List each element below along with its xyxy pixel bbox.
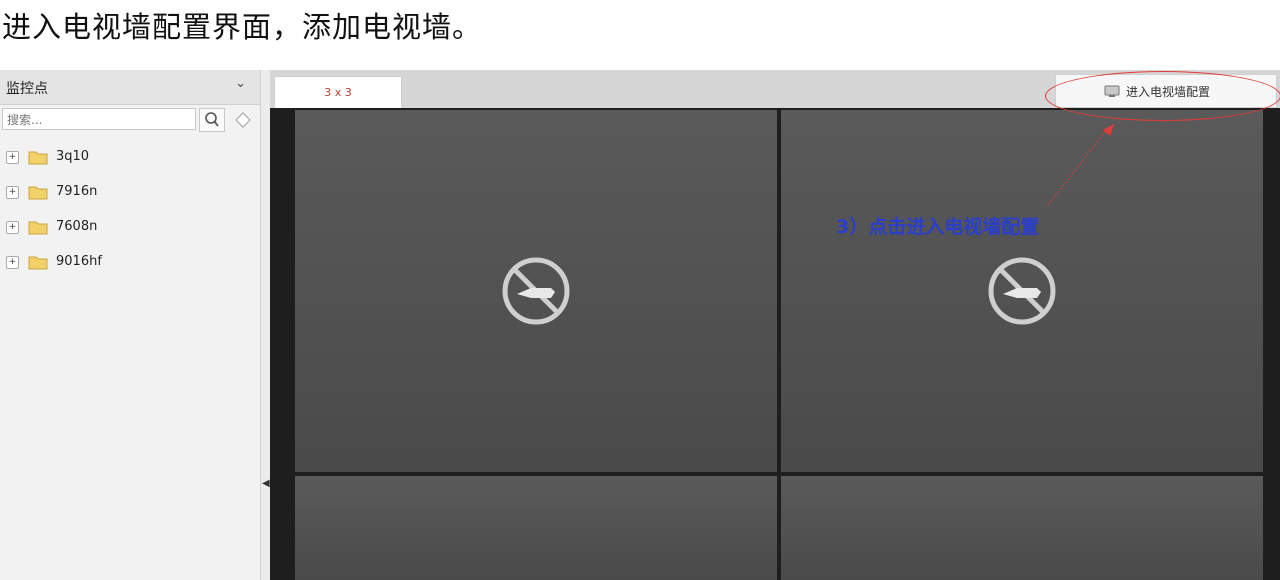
no-signal-icon	[988, 257, 1056, 325]
video-window[interactable]	[781, 110, 1263, 472]
tree-item[interactable]: + 9016hf	[0, 245, 260, 280]
chevron-down-icon[interactable]: ⌄	[235, 76, 246, 91]
sidebar-header[interactable]: 监控点 ⌄	[0, 70, 260, 105]
video-window[interactable]	[295, 476, 777, 580]
tree-item-label: 7608n	[56, 219, 98, 234]
enter-tv-wall-config-button[interactable]: 进入电视墙配置	[1055, 74, 1277, 108]
tree-item[interactable]: + 3q10	[0, 140, 260, 175]
tree-item-label: 7916n	[56, 184, 98, 199]
tree-item[interactable]: + 7608n	[0, 210, 260, 245]
tree-item[interactable]: + 7916n	[0, 175, 260, 210]
expand-icon[interactable]: +	[6, 151, 19, 164]
search-button[interactable]	[199, 108, 225, 132]
layout-tab-bar: 3 x 3 进入电视墙配置	[270, 70, 1280, 108]
expand-icon[interactable]: +	[6, 256, 19, 269]
video-window[interactable]	[295, 110, 777, 472]
caption-text: 进入电视墙配置界面，添加电视墙。	[2, 10, 483, 44]
folder-icon	[28, 256, 48, 270]
sidebar-title: 监控点	[6, 81, 48, 97]
collapse-sidebar-icon[interactable]: ◀	[262, 478, 270, 489]
folder-icon	[28, 186, 48, 200]
tv-wall-icon	[1104, 85, 1120, 97]
enter-tv-wall-label: 进入电视墙配置	[1126, 85, 1211, 99]
expand-icon[interactable]: +	[6, 186, 19, 199]
clear-search-button[interactable]	[230, 108, 256, 132]
expand-icon[interactable]: +	[6, 221, 19, 234]
tv-wall-grid	[270, 108, 1280, 580]
camera-tree: + 3q10 + 7916n + 7608n + 9016hf	[0, 140, 260, 280]
no-signal-icon	[502, 257, 570, 325]
video-window[interactable]	[781, 476, 1263, 580]
folder-icon	[28, 151, 48, 165]
search-icon	[205, 112, 219, 127]
instruction-caption: 进入电视墙配置界面，添加电视墙。	[0, 0, 1280, 70]
camera-sidebar: 监控点 ⌄ 搜索... + 3q10 + 7916n + 7608n + 901…	[0, 70, 261, 580]
folder-icon	[28, 221, 48, 235]
search-input[interactable]: 搜索...	[2, 108, 196, 130]
client-window: 监控点 ⌄ 搜索... + 3q10 + 7916n + 7608n + 901…	[0, 70, 1280, 580]
tab-3x3[interactable]: 3 x 3	[274, 76, 402, 108]
tree-item-label: 3q10	[56, 149, 90, 164]
eraser-icon	[235, 112, 251, 128]
tree-item-label: 9016hf	[56, 254, 102, 269]
annotation-text: 3）点击进入电视墙配置	[836, 216, 1040, 238]
